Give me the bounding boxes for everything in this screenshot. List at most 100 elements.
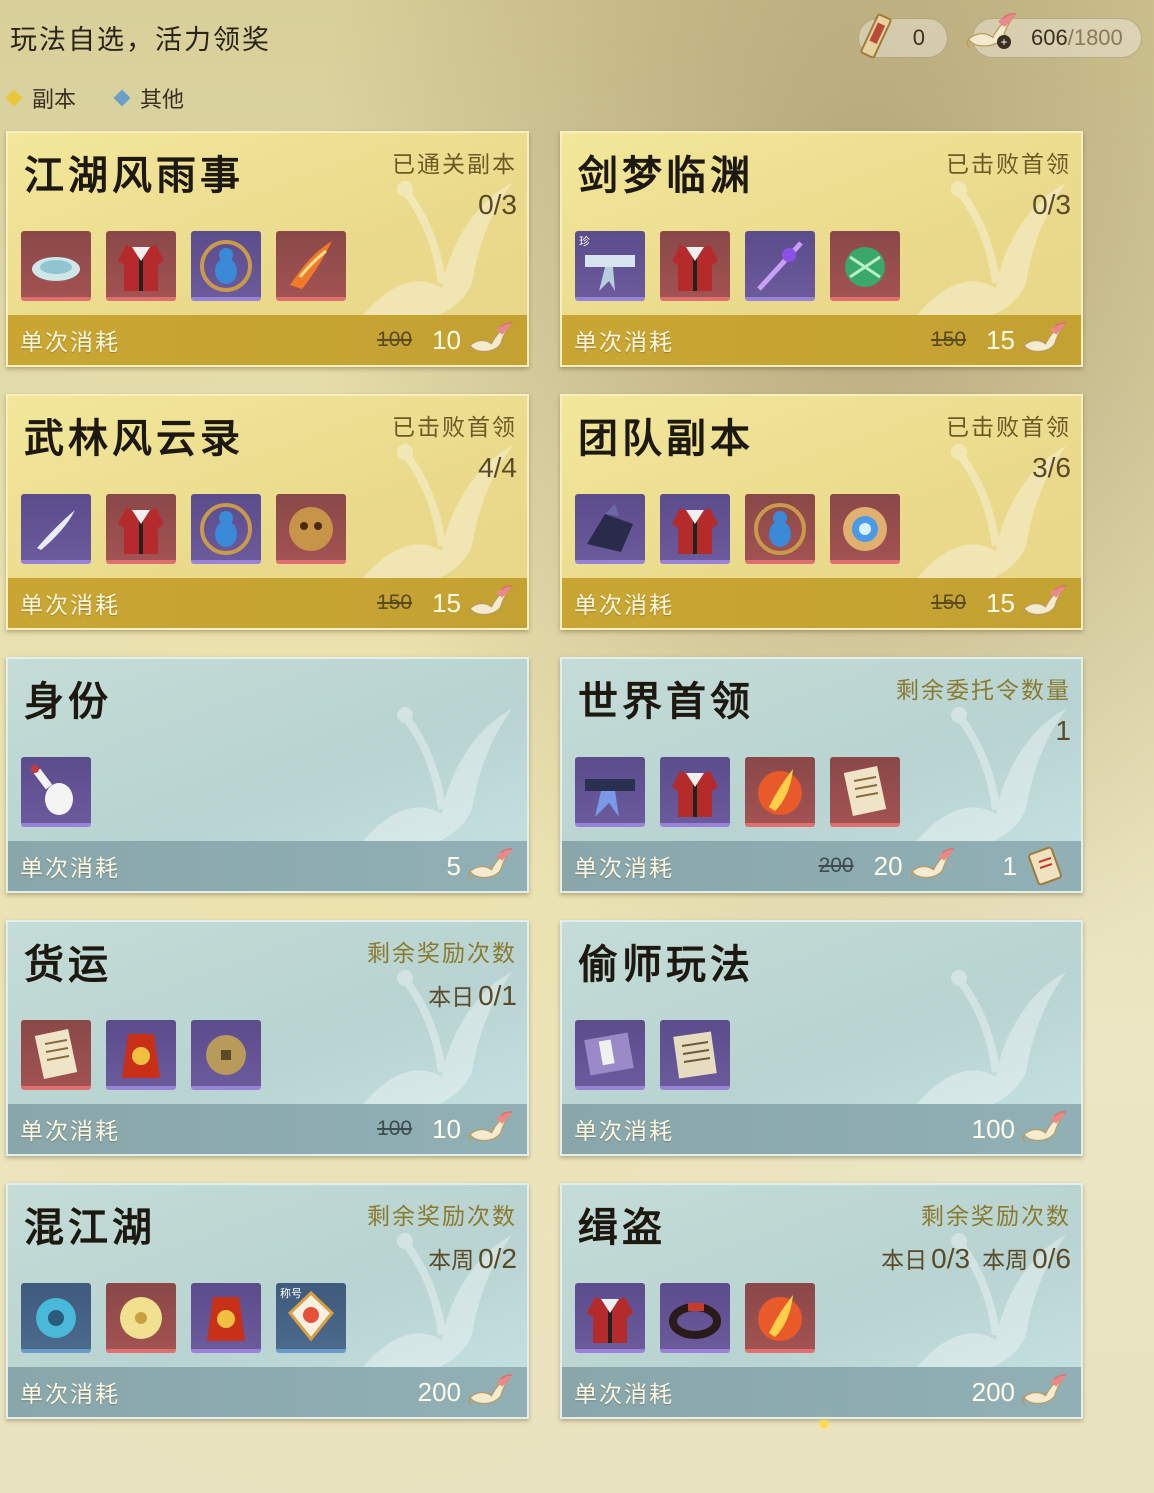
reward-item[interactable] [660, 1020, 730, 1090]
cost-value: 5 [446, 850, 461, 881]
energy-crane-icon [1021, 1374, 1067, 1410]
token-count: 0 [912, 25, 925, 50]
card-progress: 本日 0/1 [428, 978, 517, 1012]
reward-item[interactable] [276, 494, 346, 564]
crane-watermark-icon [901, 962, 1071, 1122]
reward-item[interactable] [191, 1020, 261, 1090]
cost-values: 100 [972, 1111, 1067, 1147]
cost-value: 15 [986, 324, 1015, 355]
reward-item[interactable] [106, 231, 176, 301]
gold-disc-icon [120, 1297, 162, 1339]
activity-card[interactable]: 货运 剩余奖励次数 本日 0/1 单次消耗 100 10 [6, 920, 529, 1156]
reward-item[interactable] [106, 1020, 176, 1090]
reward-item[interactable] [745, 1283, 815, 1353]
reward-items [21, 1020, 261, 1090]
progress-value: 0/1 [478, 980, 517, 1011]
original-cost: 150 [377, 591, 413, 614]
reward-item[interactable] [830, 757, 900, 827]
green-spirit-icon [845, 247, 885, 287]
reward-item[interactable] [575, 1020, 645, 1090]
activity-card[interactable]: 团队副本 已击败首领 3/6 单次消耗 150 15 [560, 394, 1083, 630]
cost-value: 100 [971, 1113, 1015, 1144]
reward-item[interactable] [21, 1020, 91, 1090]
paper-note-icon [34, 1028, 78, 1080]
reward-item[interactable]: 称号 [276, 1283, 346, 1353]
feather-blade-icon [37, 510, 75, 550]
card-title: 团队副本 [578, 415, 754, 462]
reward-items: 珍 [575, 231, 900, 301]
activity-card[interactable]: 世界首领 剩余委托令数量 1 单次消耗 200 20 1 [560, 657, 1083, 893]
card-progress: 4/4 [478, 452, 517, 484]
reward-item[interactable] [830, 231, 900, 301]
legend: 副本 其他 [5, 82, 184, 114]
energy-crane-icon [467, 322, 513, 358]
activity-card[interactable]: 武林风云录 已击败首领 4/4 单次消耗 150 15 [6, 394, 529, 630]
activity-card[interactable]: 身份 单次消耗 5 [6, 657, 529, 893]
activity-card[interactable]: 混江湖 剩余奖励次数本周 0/2 称号单次消耗 200 [6, 1183, 529, 1419]
card-progress: 1 [1055, 715, 1071, 747]
reward-item[interactable] [21, 231, 91, 301]
reward-item[interactable] [191, 494, 261, 564]
energy-plus-icon[interactable]: + [997, 35, 1011, 49]
cost-values: 200 20 1 [819, 844, 1067, 888]
activity-card[interactable]: 偷师玩法 单次消耗 100 [560, 920, 1083, 1156]
original-cost: 100 [377, 1117, 413, 1140]
energy-counter[interactable]: + 606/1800 [972, 18, 1142, 58]
legend-other: 其他 [113, 82, 184, 114]
reward-item[interactable] [21, 1283, 91, 1353]
reward-item[interactable] [660, 494, 730, 564]
energy-crane-icon [1021, 322, 1067, 358]
reward-item[interactable] [276, 231, 346, 301]
card-title: 混江湖 [24, 1204, 156, 1251]
cost-label: 单次消耗 [20, 1119, 120, 1145]
red-bracelet-icon [669, 1303, 721, 1339]
reward-item[interactable] [660, 1283, 730, 1353]
purple-sword-icon [757, 241, 803, 291]
reward-item[interactable] [745, 231, 815, 301]
progress-prefix-2: 本周 [982, 1248, 1029, 1274]
cost-label: 单次消耗 [574, 330, 674, 356]
cost-value: 10 [432, 324, 461, 355]
reward-item[interactable] [106, 494, 176, 564]
cost-values: 150 15 [377, 585, 513, 621]
cost-label: 单次消耗 [574, 593, 674, 619]
token-counter[interactable]: 0 [858, 13, 948, 59]
activity-card[interactable]: 缉盗 剩余奖励次数 本日 0/3 本周 0/6 单次消耗 200 [560, 1183, 1083, 1419]
commission-scroll-icon [1028, 846, 1062, 886]
energy-crane-icon [467, 1374, 513, 1410]
reward-item[interactable] [660, 757, 730, 827]
reward-item[interactable] [21, 757, 91, 827]
reward-items [575, 1283, 815, 1353]
card-progress: 本周 0/2 [428, 1241, 517, 1275]
reward-items [575, 494, 900, 564]
energy-crane-icon [467, 848, 513, 884]
reward-item[interactable] [575, 494, 645, 564]
reward-item[interactable] [745, 494, 815, 564]
scroll-paper-icon [673, 1031, 717, 1079]
cost-value: 10 [432, 1113, 461, 1144]
reward-item[interactable] [830, 494, 900, 564]
reward-item[interactable] [21, 494, 91, 564]
activity-card[interactable]: 江湖风雨事 已通关副本 0/3 单次消耗 100 10 [6, 131, 529, 367]
card-status: 剩余奖励次数 [367, 1204, 517, 1230]
cost-label: 单次消耗 [20, 1382, 120, 1408]
progress-value: 0/3 [478, 189, 517, 220]
reward-item[interactable] [191, 231, 261, 301]
cost-bar: 单次消耗 200 [8, 1367, 527, 1417]
reward-item[interactable] [575, 1283, 645, 1353]
manual-book-icon [584, 1032, 634, 1076]
reward-item[interactable] [191, 1283, 261, 1353]
reward-item[interactable] [106, 1283, 176, 1353]
card-progress: 0/3 [1032, 189, 1071, 221]
item-badge: 珍 [579, 235, 590, 248]
reward-item[interactable] [660, 231, 730, 301]
progress-value: 0/2 [478, 1243, 517, 1274]
reward-item[interactable]: 珍 [575, 231, 645, 301]
reward-item[interactable] [745, 757, 815, 827]
red-pouch-icon [207, 1297, 245, 1341]
reward-items [21, 494, 346, 564]
activity-card[interactable]: 剑梦临渊 已击败首领 0/3 珍单次消耗 150 15 [560, 131, 1083, 367]
reward-item[interactable] [575, 757, 645, 827]
cost-bar: 单次消耗 100 [562, 1104, 1081, 1154]
energy-crane-icon [467, 1111, 513, 1147]
